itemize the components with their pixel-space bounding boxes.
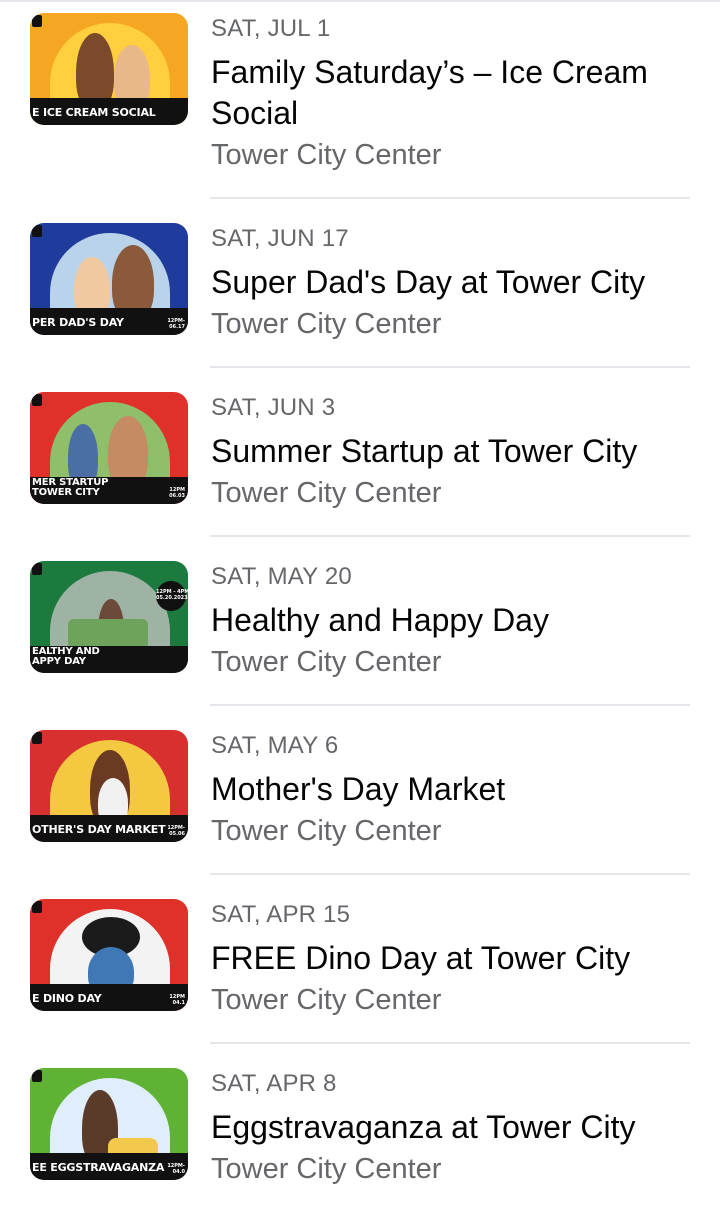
event-title[interactable]: Mother's Day Market bbox=[211, 769, 701, 810]
event-title[interactable]: Summer Startup at Tower City bbox=[211, 431, 701, 472]
tower-city-logo-icon bbox=[32, 732, 42, 744]
tower-city-logo-icon bbox=[32, 563, 42, 575]
item-divider bbox=[210, 1042, 690, 1044]
event-item[interactable]: OTHER'S DAY MARKET 12PM- 05.06 SAT, MAY … bbox=[0, 717, 720, 886]
event-thumbnail[interactable]: EALTHY AND APPY DAY 12PM - 4PM 05.20.202… bbox=[30, 561, 188, 673]
thumbnail-label: EE EGGSTRAVAGANZA bbox=[32, 1161, 165, 1174]
event-date: SAT, APR 8 bbox=[211, 1070, 337, 1097]
thumbnail-label: E ICE CREAM SOCIAL bbox=[32, 106, 156, 119]
thumbnail-time: 12PM- 06.17 bbox=[167, 318, 185, 330]
event-date: SAT, APR 15 bbox=[211, 901, 351, 928]
tower-city-logo-icon bbox=[32, 394, 42, 406]
event-date: SAT, MAY 6 bbox=[211, 732, 339, 759]
event-venue: Tower City Center bbox=[211, 815, 442, 847]
event-item[interactable]: EE EGGSTRAVAGANZA 12PM- 04.0 SAT, APR 8 … bbox=[0, 1055, 720, 1224]
event-venue: Tower City Center bbox=[211, 477, 442, 509]
event-thumbnail[interactable]: EE EGGSTRAVAGANZA 12PM- 04.0 bbox=[30, 1068, 188, 1180]
thumbnail-label: OTHER'S DAY MARKET bbox=[32, 823, 166, 836]
thumbnail-time: 12PM- 04.0 bbox=[167, 1163, 185, 1175]
tower-city-logo-icon bbox=[32, 1070, 42, 1082]
event-title[interactable]: Eggstravaganza at Tower City bbox=[211, 1107, 701, 1148]
event-item[interactable]: E ICE CREAM SOCIAL SAT, JUL 1 Family Sat… bbox=[0, 0, 720, 199]
thumbnail-time: 12PM 06.03 bbox=[169, 487, 185, 499]
event-item[interactable]: PER DAD'S DAY 12PM- 06.17 SAT, JUN 17 Su… bbox=[0, 210, 720, 379]
item-divider bbox=[210, 873, 690, 875]
event-date: SAT, JUN 17 bbox=[211, 225, 349, 252]
event-date: SAT, MAY 20 bbox=[211, 563, 352, 590]
tower-city-logo-icon bbox=[32, 225, 42, 237]
event-thumbnail[interactable]: E DINO DAY 12PM 04.1 bbox=[30, 899, 188, 1011]
item-divider bbox=[210, 197, 690, 199]
event-date: SAT, JUL 1 bbox=[211, 15, 331, 42]
event-title[interactable]: Super Dad's Day at Tower City bbox=[211, 262, 701, 303]
event-thumbnail[interactable]: OTHER'S DAY MARKET 12PM- 05.06 bbox=[30, 730, 188, 842]
tower-city-logo-icon bbox=[32, 15, 42, 27]
event-venue: Tower City Center bbox=[211, 646, 442, 678]
event-item[interactable]: E DINO DAY 12PM 04.1 SAT, APR 15 FREE Di… bbox=[0, 886, 720, 1055]
item-divider bbox=[210, 704, 690, 706]
event-title[interactable]: FREE Dino Day at Tower City bbox=[211, 938, 701, 979]
thumbnail-time: 12PM - 4PM 05.20.2023 bbox=[156, 581, 188, 611]
event-venue: Tower City Center bbox=[211, 1153, 442, 1185]
event-item[interactable]: EALTHY AND APPY DAY 12PM - 4PM 05.20.202… bbox=[0, 548, 720, 717]
item-divider bbox=[210, 535, 690, 537]
item-divider bbox=[210, 366, 690, 368]
event-title[interactable]: Healthy and Happy Day bbox=[211, 600, 701, 641]
event-venue: Tower City Center bbox=[211, 139, 442, 171]
event-title[interactable]: Family Saturday’s – Ice Cream Social bbox=[211, 52, 701, 134]
thumbnail-time: 12PM- 05.06 bbox=[167, 825, 185, 837]
thumbnail-label: MER STARTUP TOWER CITY bbox=[32, 477, 109, 498]
event-thumbnail[interactable]: PER DAD'S DAY 12PM- 06.17 bbox=[30, 223, 188, 335]
thumbnail-time: 12PM 04.1 bbox=[169, 994, 185, 1006]
thumbnail-label: E DINO DAY bbox=[32, 992, 102, 1005]
tower-city-logo-icon bbox=[32, 901, 42, 913]
event-date: SAT, JUN 3 bbox=[211, 394, 336, 421]
event-venue: Tower City Center bbox=[211, 308, 442, 340]
thumbnail-label: EALTHY AND APPY DAY bbox=[32, 646, 100, 667]
event-thumbnail[interactable]: MER STARTUP TOWER CITY 12PM 06.03 bbox=[30, 392, 188, 504]
event-item[interactable]: MER STARTUP TOWER CITY 12PM 06.03 SAT, J… bbox=[0, 379, 720, 548]
event-venue: Tower City Center bbox=[211, 984, 442, 1016]
thumbnail-label: PER DAD'S DAY bbox=[32, 316, 124, 329]
event-thumbnail[interactable]: E ICE CREAM SOCIAL bbox=[30, 13, 188, 125]
